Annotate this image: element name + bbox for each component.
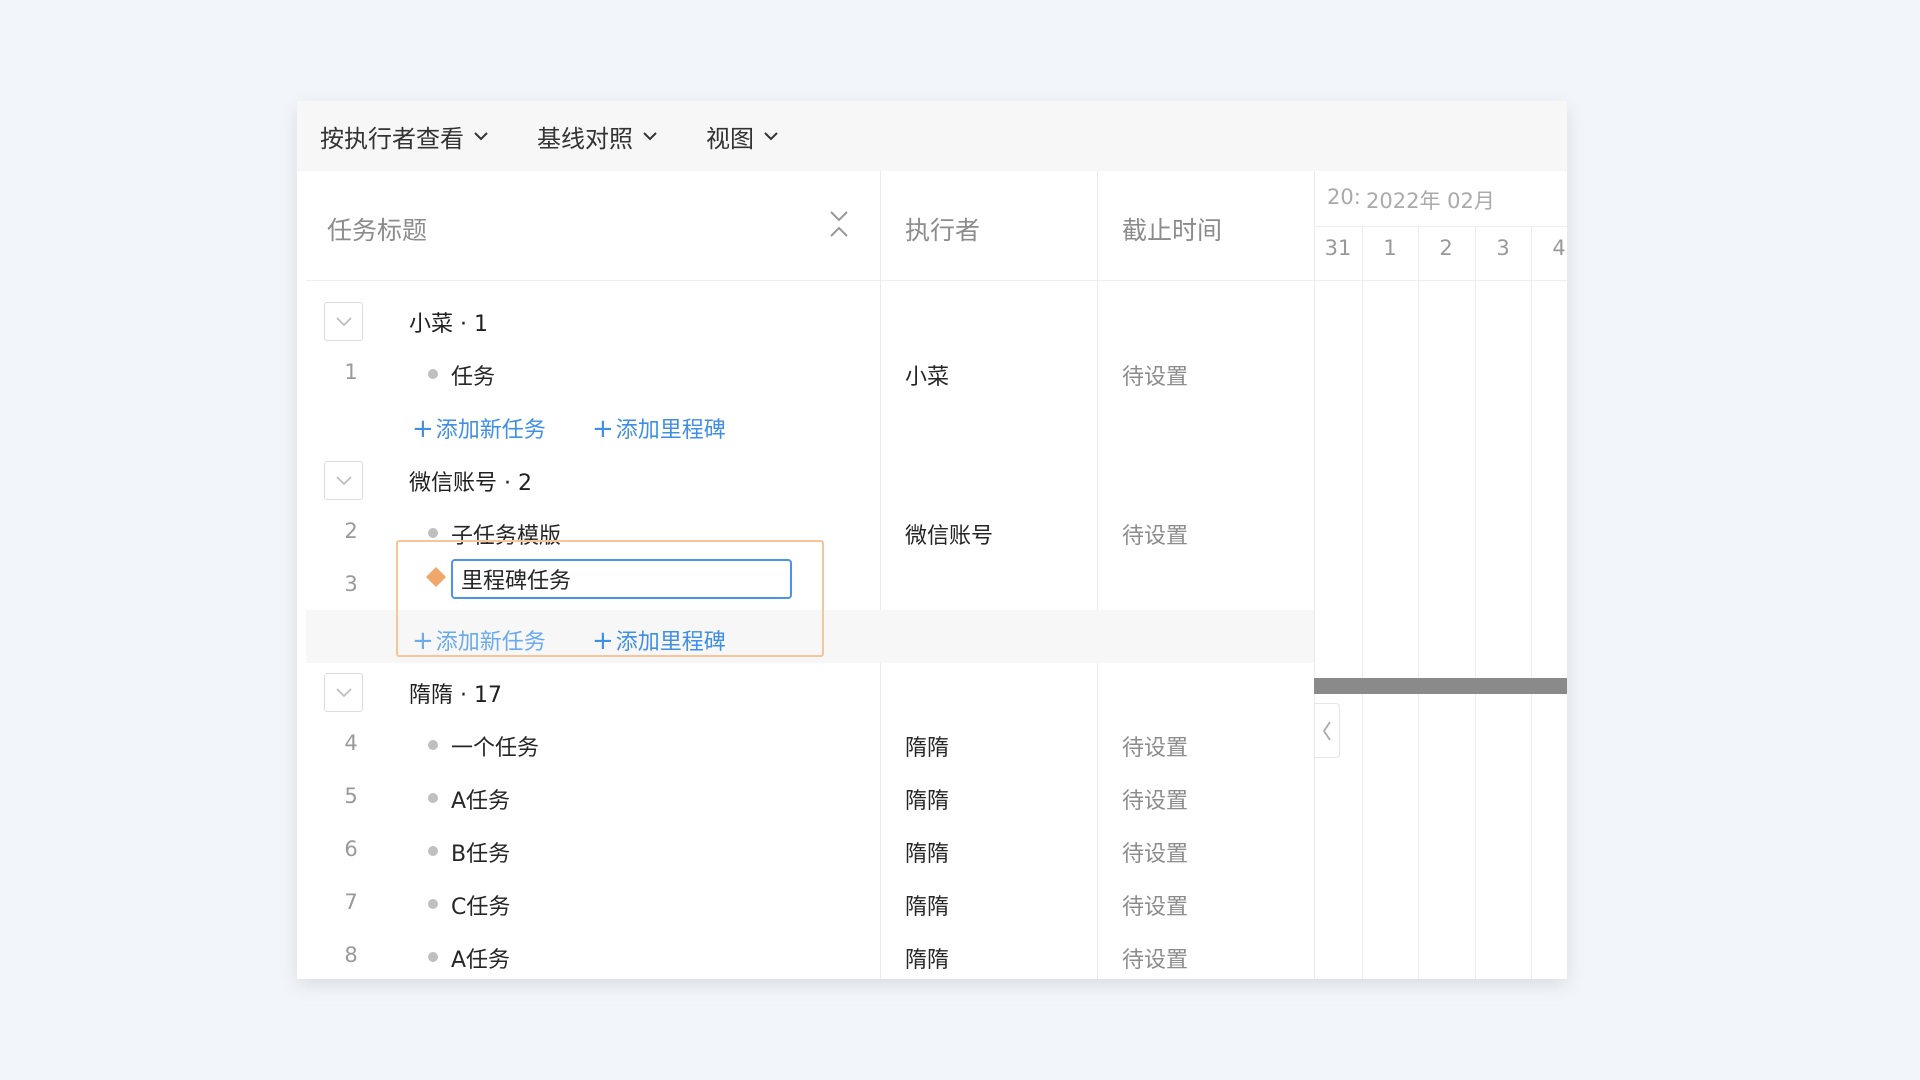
add-task-button[interactable]: +添加新任务 bbox=[412, 412, 546, 444]
gantt-year-stub: 20: bbox=[1327, 185, 1361, 209]
status-dot-icon bbox=[428, 369, 438, 379]
table-row[interactable]: 7 C任务 隋隋 待设置 bbox=[306, 875, 1567, 928]
milestone-diamond-icon bbox=[426, 567, 446, 587]
row-number: 7 bbox=[344, 890, 358, 914]
add-task-label: 添加新任务 bbox=[435, 418, 546, 443]
task-executor[interactable]: 隋隋 bbox=[905, 836, 949, 868]
table-row[interactable]: 5 A任务 隋隋 待设置 bbox=[306, 769, 1567, 822]
gantt-day: 1 bbox=[1383, 236, 1397, 260]
baseline-dropdown[interactable]: 基线对照 bbox=[537, 119, 659, 154]
row-number: 6 bbox=[344, 837, 358, 861]
group-toggle[interactable] bbox=[324, 461, 363, 500]
row-number: 4 bbox=[344, 731, 358, 755]
chevron-down-icon bbox=[335, 475, 352, 485]
table-row[interactable]: 1 任务 小菜 待设置 bbox=[306, 345, 1567, 398]
task-due[interactable]: 待设置 bbox=[1122, 518, 1188, 550]
task-due[interactable]: 待设置 bbox=[1122, 836, 1188, 868]
task-executor[interactable]: 小菜 bbox=[905, 359, 949, 391]
view-by-label: 按执行者查看 bbox=[320, 124, 464, 153]
chevron-down-icon bbox=[643, 132, 657, 141]
task-due[interactable]: 待设置 bbox=[1122, 942, 1188, 974]
task-executor[interactable]: 隋隋 bbox=[905, 730, 949, 762]
plus-icon: + bbox=[592, 414, 614, 444]
task-title[interactable]: A任务 bbox=[451, 942, 510, 974]
task-executor[interactable]: 微信账号 bbox=[905, 518, 993, 550]
chevron-down-icon bbox=[474, 132, 488, 141]
gantt-group-bar[interactable] bbox=[1314, 678, 1567, 694]
header-due: 截止时间 bbox=[1122, 216, 1223, 245]
task-title[interactable]: B任务 bbox=[451, 836, 510, 868]
baseline-label: 基线对照 bbox=[537, 124, 633, 153]
add-milestone-button[interactable]: +添加里程碑 bbox=[592, 412, 726, 444]
group-toggle[interactable] bbox=[324, 302, 363, 341]
gantt-day: 4 bbox=[1552, 236, 1566, 260]
group-title: 小菜 · 1 bbox=[409, 312, 488, 337]
gantt-panel: 按执行者查看 基线对照 视图 任务标题 执行者 截止时间 20: 2022年 0… bbox=[297, 101, 1567, 979]
status-dot-icon bbox=[428, 899, 438, 909]
row-number: 1 bbox=[344, 360, 358, 384]
row-number: 8 bbox=[344, 943, 358, 967]
task-due[interactable]: 待设置 bbox=[1122, 359, 1188, 391]
task-title[interactable]: 任务 bbox=[451, 359, 495, 391]
row-number: 5 bbox=[344, 784, 358, 808]
gantt-day: 2 bbox=[1439, 236, 1453, 260]
task-title[interactable]: A任务 bbox=[451, 783, 510, 815]
status-dot-icon bbox=[428, 793, 438, 803]
table-row[interactable]: 6 B任务 隋隋 待设置 bbox=[306, 822, 1567, 875]
milestone-title-input[interactable] bbox=[451, 559, 792, 599]
gantt-month-header: 20: 2022年 02月 bbox=[1314, 171, 1567, 227]
status-dot-icon bbox=[428, 740, 438, 750]
collapse-all-icon[interactable] bbox=[828, 209, 850, 239]
view-label: 视图 bbox=[706, 124, 754, 153]
task-executor[interactable]: 隋隋 bbox=[905, 942, 949, 974]
chevron-down-icon bbox=[764, 132, 778, 141]
task-grid: 任务标题 执行者 截止时间 20: 2022年 02月 31 1 2 3 4 小… bbox=[306, 171, 1567, 979]
plus-icon: + bbox=[412, 414, 434, 444]
group-header: 微信账号 · 2 bbox=[306, 451, 1567, 504]
view-by-dropdown[interactable]: 按执行者查看 bbox=[320, 119, 490, 154]
group-title: 隋隋 · 17 bbox=[409, 683, 502, 708]
chevron-down-icon bbox=[335, 687, 352, 697]
gantt-month: 2022年 02月 bbox=[1366, 189, 1495, 213]
header-executor: 执行者 bbox=[905, 216, 981, 245]
task-title[interactable]: 一个任务 bbox=[451, 730, 539, 762]
group-header: 小菜 · 1 bbox=[306, 292, 1567, 345]
group-toggle[interactable] bbox=[324, 673, 363, 712]
add-row: +添加新任务 +添加里程碑 bbox=[306, 398, 1567, 451]
add-milestone-label: 添加里程碑 bbox=[615, 418, 726, 443]
table-row[interactable]: 4 一个任务 隋隋 待设置 bbox=[306, 716, 1567, 769]
row-number: 3 bbox=[344, 572, 358, 596]
task-title[interactable]: C任务 bbox=[451, 889, 510, 921]
chevron-down-icon bbox=[335, 316, 352, 326]
task-due[interactable]: 待设置 bbox=[1122, 730, 1188, 762]
task-due[interactable]: 待设置 bbox=[1122, 889, 1188, 921]
view-dropdown[interactable]: 视图 bbox=[706, 119, 780, 154]
status-dot-icon bbox=[428, 952, 438, 962]
gantt-day: 3 bbox=[1496, 236, 1510, 260]
table-row[interactable]: 8 A任务 隋隋 待设置 bbox=[306, 928, 1567, 979]
header-title: 任务标题 bbox=[327, 216, 428, 245]
status-dot-icon bbox=[428, 528, 438, 538]
task-due[interactable]: 待设置 bbox=[1122, 783, 1188, 815]
status-dot-icon bbox=[428, 846, 438, 856]
gantt-day: 31 bbox=[1324, 236, 1352, 260]
task-executor[interactable]: 隋隋 bbox=[905, 783, 949, 815]
toolbar: 按执行者查看 基线对照 视图 bbox=[297, 101, 1567, 171]
grid-header: 任务标题 执行者 截止时间 20: 2022年 02月 31 1 2 3 4 bbox=[306, 171, 1567, 281]
group-title: 微信账号 · 2 bbox=[409, 471, 532, 496]
task-executor[interactable]: 隋隋 bbox=[905, 889, 949, 921]
row-number: 2 bbox=[344, 519, 358, 543]
